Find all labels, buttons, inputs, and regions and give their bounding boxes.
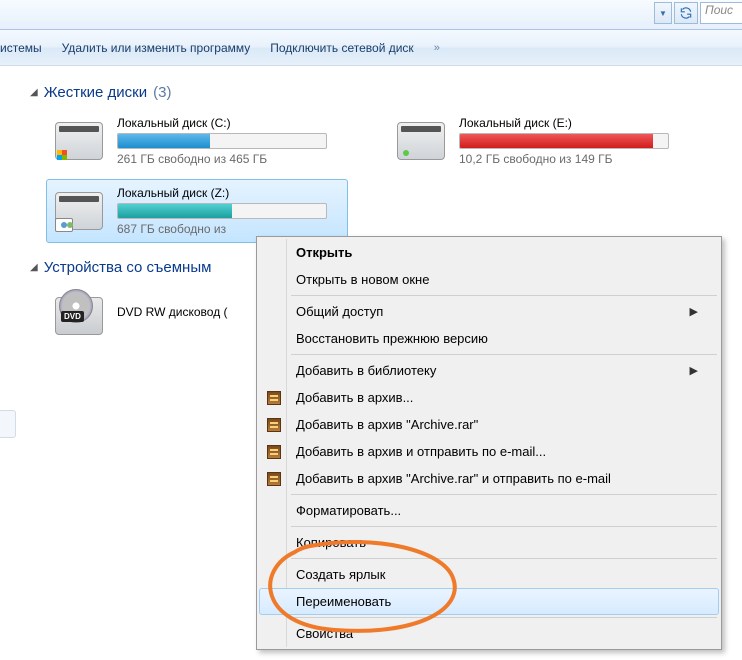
group-title: Жесткие диски bbox=[44, 84, 147, 101]
ctx-separator bbox=[291, 494, 717, 495]
ctx-label: Открыть в новом окне bbox=[296, 272, 429, 287]
ctx-add-archive-rar-email[interactable]: Добавить в архив "Archive.rar" и отправи… bbox=[259, 465, 719, 492]
capacity-bar bbox=[117, 133, 327, 149]
ctx-label: Добавить в библиотеку bbox=[296, 363, 436, 378]
drive-item-c[interactable]: Локальный диск (C:) 261 ГБ свободно из 4… bbox=[46, 109, 348, 173]
menu-uninstall-program[interactable]: Удалить или изменить программу bbox=[62, 41, 251, 55]
address-dropdown-button[interactable]: ▼ bbox=[654, 2, 672, 24]
refresh-button[interactable] bbox=[674, 2, 698, 24]
ctx-label: Копировать bbox=[296, 535, 366, 550]
menu-overflow[interactable]: » bbox=[434, 42, 440, 54]
ctx-create-shortcut[interactable]: Создать ярлык bbox=[259, 561, 719, 588]
ctx-label: Добавить в архив "Archive.rar" и отправи… bbox=[296, 471, 611, 486]
ctx-separator bbox=[291, 558, 717, 559]
address-toolbar: ▼ Поис bbox=[0, 0, 742, 30]
drive-free-space: 10,2 ГБ свободно из 149 ГБ bbox=[459, 152, 679, 166]
ctx-add-archive[interactable]: Добавить в архив... bbox=[259, 384, 719, 411]
drive-item-z[interactable]: Локальный диск (Z:) 687 ГБ свободно из bbox=[46, 179, 348, 243]
ctx-label: Форматировать... bbox=[296, 503, 401, 518]
ctx-label: Добавить в архив и отправить по e-mail..… bbox=[296, 444, 546, 459]
rar-icon bbox=[266, 471, 282, 487]
ctx-open-new-window[interactable]: Открыть в новом окне bbox=[259, 266, 719, 293]
ctx-open[interactable]: Открыть bbox=[259, 239, 719, 266]
rar-icon bbox=[266, 417, 282, 433]
ctx-label: Добавить в архив "Archive.rar" bbox=[296, 417, 478, 432]
ctx-label: Общий доступ bbox=[296, 304, 383, 319]
menu-systems[interactable]: истемы bbox=[0, 41, 42, 55]
ctx-label: Добавить в архив... bbox=[296, 390, 413, 405]
ctx-separator bbox=[291, 526, 717, 527]
hdd-icon bbox=[395, 116, 447, 162]
ctx-label: Создать ярлык bbox=[296, 567, 385, 582]
menu-map-network-drive[interactable]: Подключить сетевой диск bbox=[270, 41, 413, 55]
nav-pane-edge bbox=[0, 410, 16, 438]
search-input[interactable]: Поис bbox=[700, 2, 742, 24]
windows-badge-icon bbox=[57, 150, 67, 160]
rar-icon bbox=[266, 390, 282, 406]
group-header-hdd[interactable]: ◢ Жесткие диски (3) bbox=[30, 84, 742, 101]
capacity-bar bbox=[459, 133, 669, 149]
ctx-label: Восстановить прежнюю версию bbox=[296, 331, 488, 346]
ctx-sharing[interactable]: Общий доступ ▶ bbox=[259, 298, 719, 325]
ctx-separator bbox=[291, 354, 717, 355]
ctx-add-library[interactable]: Добавить в библиотеку ▶ bbox=[259, 357, 719, 384]
ctx-separator bbox=[291, 617, 717, 618]
drive-free-space: 687 ГБ свободно из bbox=[117, 222, 337, 236]
capacity-bar bbox=[117, 203, 327, 219]
ctx-label: Открыть bbox=[296, 245, 352, 260]
hdd-icon bbox=[53, 116, 105, 162]
hdd-icon bbox=[53, 186, 105, 232]
drive-label: Локальный диск (Z:) bbox=[117, 186, 337, 200]
ctx-separator bbox=[291, 295, 717, 296]
dvd-label-icon: DVD bbox=[61, 311, 84, 322]
context-menu: Открыть Открыть в новом окне Общий досту… bbox=[256, 236, 722, 650]
ctx-copy[interactable]: Копировать bbox=[259, 529, 719, 556]
ctx-properties[interactable]: Свойства bbox=[259, 620, 719, 647]
ctx-rename[interactable]: Переименовать bbox=[259, 588, 719, 615]
dvd-drive-icon: DVD bbox=[53, 291, 105, 337]
submenu-arrow-icon: ▶ bbox=[690, 305, 698, 318]
ctx-label: Свойства bbox=[296, 626, 353, 641]
submenu-arrow-icon: ▶ bbox=[690, 364, 698, 377]
collapse-icon: ◢ bbox=[30, 87, 38, 98]
drive-label: Локальный диск (E:) bbox=[459, 116, 679, 130]
rar-icon bbox=[266, 444, 282, 460]
ctx-label: Переименовать bbox=[296, 594, 391, 609]
drive-free-space: 261 ГБ свободно из 465 ГБ bbox=[117, 152, 337, 166]
drive-item-e[interactable]: Локальный диск (E:) 10,2 ГБ свободно из … bbox=[388, 109, 690, 173]
collapse-icon: ◢ bbox=[30, 262, 38, 273]
ctx-add-archive-rar[interactable]: Добавить в архив "Archive.rar" bbox=[259, 411, 719, 438]
group-count: (3) bbox=[153, 84, 171, 101]
drive-label: Локальный диск (C:) bbox=[117, 116, 337, 130]
command-bar: истемы Удалить или изменить программу По… bbox=[0, 30, 742, 66]
group-title: Устройства со съемным bbox=[44, 259, 212, 276]
ctx-format[interactable]: Форматировать... bbox=[259, 497, 719, 524]
ctx-restore-previous[interactable]: Восстановить прежнюю версию bbox=[259, 325, 719, 352]
shared-badge-icon bbox=[55, 218, 73, 232]
ctx-add-archive-email[interactable]: Добавить в архив и отправить по e-mail..… bbox=[259, 438, 719, 465]
